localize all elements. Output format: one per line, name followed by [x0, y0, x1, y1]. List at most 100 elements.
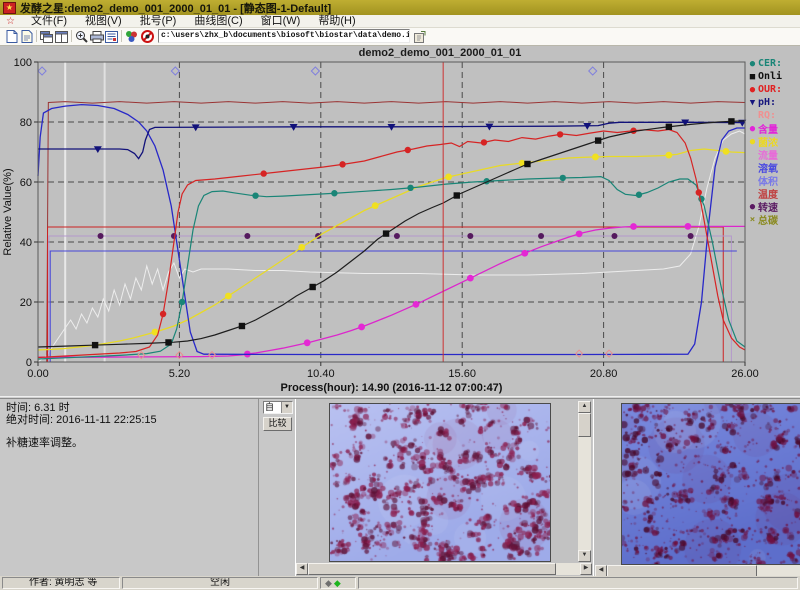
export-icon[interactable] [412, 29, 427, 44]
marker-biomass [372, 202, 379, 209]
file-path-box[interactable]: c:\users\zhx_b\documents\biosoft\biostar… [158, 29, 410, 43]
marker-content [413, 301, 420, 308]
image-mode-dropdown[interactable]: 自动 ▼ [263, 401, 293, 414]
stop-icon[interactable] [140, 29, 155, 44]
status-state: 空闲 [122, 577, 318, 589]
series-content [38, 226, 745, 357]
marker-online-weight [165, 339, 171, 345]
palette-icon[interactable] [124, 29, 139, 44]
legend-label: Onli [758, 71, 782, 82]
menu-item-0[interactable]: 文件(F) [22, 15, 76, 27]
status-indicators: ◆◆ [320, 577, 356, 589]
report-icon[interactable] [104, 29, 119, 44]
menu-item-4[interactable]: 窗口(W) [252, 15, 310, 27]
marker-content [467, 275, 474, 282]
marker-online-weight [666, 124, 672, 130]
scrollbar-thumb[interactable] [578, 413, 591, 437]
menu-item-5[interactable]: 帮助(H) [309, 15, 364, 27]
legend-item-4: RQ: [747, 109, 800, 122]
gray-diamond-icon: ◆ [325, 578, 332, 588]
vertical-scrollbar[interactable]: ▲ ▼ [578, 401, 591, 562]
menu-item-2[interactable]: 批号(P) [131, 15, 186, 27]
marker-stir-speed [98, 233, 104, 239]
marker-content [358, 324, 365, 331]
x-tick-label: 15.60 [448, 368, 476, 380]
window-title: 发酵之星:demo2_demo_001_2000_01_01 - [静态图-1-… [20, 0, 331, 16]
marker-volume-samples [589, 67, 597, 75]
chart-region: demo2_demo_001_2000_01_01 0204060801000.… [0, 46, 800, 396]
marker-stir-speed [688, 233, 694, 239]
legend-marker: ● [747, 202, 758, 212]
scroll-left-icon[interactable]: ◀ [296, 563, 308, 575]
legend-marker: ■ [747, 72, 758, 82]
scroll-up-icon[interactable]: ▲ [578, 401, 591, 413]
scrollbar-thumb[interactable] [308, 563, 556, 575]
marker-biomass [592, 154, 599, 161]
legend-label: 转速 [758, 200, 778, 213]
marker-online-weight [239, 323, 245, 329]
status-bar: 作者: 黄明志 等 空闲 ◆◆ [0, 576, 800, 590]
marker-content [576, 230, 583, 237]
marker-our [696, 189, 702, 195]
print-icon[interactable] [89, 29, 104, 44]
legend-item-5: ●含量 [747, 122, 800, 135]
legend-marker: × [747, 215, 758, 225]
legend-item-3: ▼pH: [747, 96, 800, 109]
marker-volume-samples [38, 67, 46, 75]
marker-our [405, 147, 411, 153]
legend-marker: ● [747, 59, 758, 69]
legend-label: 温度 [758, 187, 778, 200]
cascade-window-icon[interactable] [39, 29, 54, 44]
green-diamond-icon: ◆ [334, 578, 341, 588]
menu-item-3[interactable]: 曲线图(C) [185, 15, 251, 27]
marker-online-weight [383, 230, 389, 236]
legend-marker: ▼ [747, 98, 758, 108]
y-tick-label: 60 [20, 177, 32, 189]
zoom-icon[interactable] [74, 29, 89, 44]
marker-cer [179, 299, 185, 305]
marker-biomass [665, 152, 672, 159]
marker-rq-samples [606, 350, 613, 357]
note-text: 补糖速率调整。 [6, 437, 258, 449]
scroll-down-icon[interactable]: ▼ [578, 550, 591, 562]
legend-item-7: 流量 [747, 148, 800, 161]
series-volume-line [50, 251, 737, 362]
legend-item-9: 体积 [747, 174, 800, 187]
spacer [6, 426, 258, 437]
marker-stir-speed [538, 233, 544, 239]
x-tick-label: 5.20 [169, 368, 190, 380]
legend-item-12: ×总碳 [747, 213, 800, 226]
legend-label: CER: [758, 58, 782, 69]
chevron-down-icon[interactable]: ▼ [281, 402, 292, 413]
compare-button[interactable]: 比较 [263, 417, 292, 431]
legend-label: RQ: [758, 110, 776, 121]
favorite-star-icon[interactable]: ☆ [6, 16, 15, 27]
marker-volume-samples [171, 67, 179, 75]
marker-cer [636, 192, 642, 198]
bottom-region: 时间: 6.31 时 绝对时间: 2016-11-11 22:25:15 补糖速… [0, 399, 800, 576]
legend-marker: ● [747, 137, 758, 147]
y-tick-label: 20 [20, 297, 32, 309]
marker-content [684, 223, 691, 230]
open-file-icon[interactable] [19, 29, 34, 44]
new-file-icon[interactable] [4, 29, 19, 44]
title-bar: ★ 发酵之星:demo2_demo_001_2000_01_01 - [静态图-… [0, 0, 800, 15]
marker-content [630, 223, 637, 230]
marker-rq-samples [576, 350, 583, 357]
legend-item-0: ●CER: [747, 57, 800, 70]
scroll-right-icon[interactable]: ▶ [580, 563, 592, 575]
series-flow-setpoint [48, 227, 724, 362]
status-author: 作者: 黄明志 等 [2, 577, 120, 589]
chart-plot[interactable]: 0204060801000.005.2010.4015.6020.8026.00… [0, 46, 800, 396]
toolbar-separator [36, 30, 37, 42]
horizontal-scrollbar[interactable]: ◀ ▶ [296, 563, 592, 575]
x-tick-label: 26.00 [731, 368, 759, 380]
marker-cer [252, 193, 258, 199]
series-aeration [38, 131, 745, 362]
tile-window-icon[interactable] [54, 29, 69, 44]
app-icon: ★ [3, 2, 16, 14]
dropdown-value: 自动 [264, 402, 281, 413]
toolbar-separator [71, 30, 72, 42]
menu-item-1[interactable]: 视图(V) [76, 15, 131, 27]
marker-online-weight [728, 118, 734, 124]
